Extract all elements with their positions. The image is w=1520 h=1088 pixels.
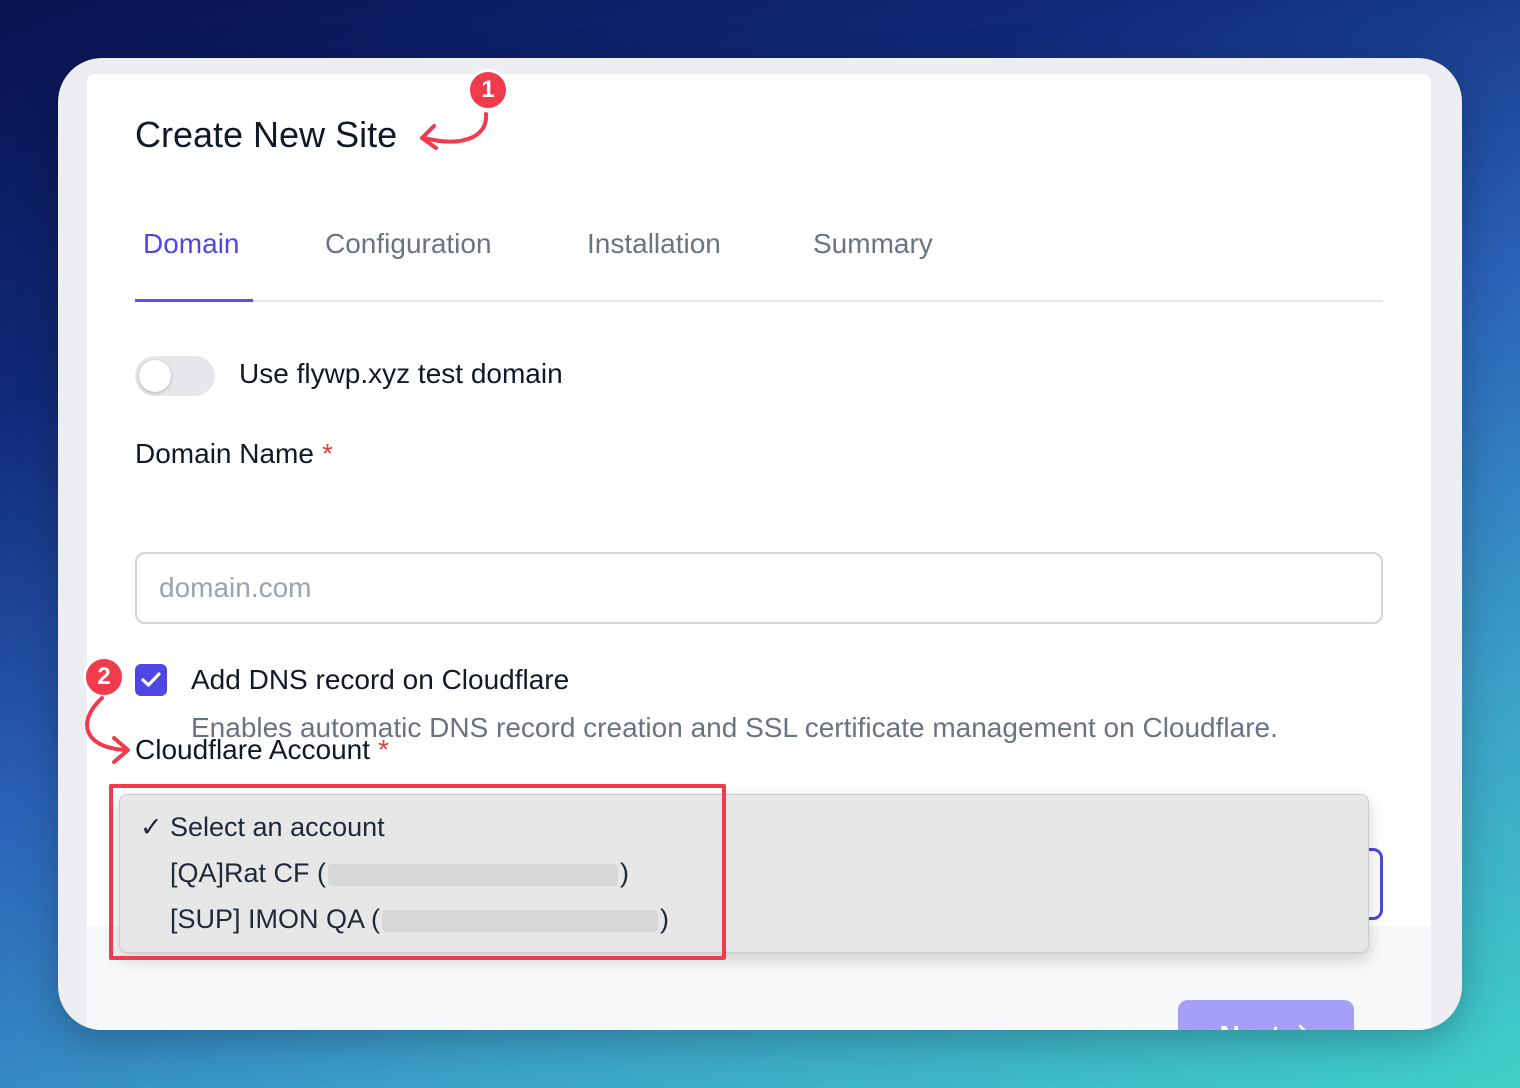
page-title: Create New Site xyxy=(135,114,398,155)
dns-record-checkbox[interactable] xyxy=(135,664,167,696)
option-label: Select an account xyxy=(170,812,385,842)
option-label: [SUP] IMON QA () xyxy=(170,904,669,935)
option-label-prefix: [SUP] IMON QA ( xyxy=(170,904,381,934)
step-1-badge: 1 xyxy=(467,69,509,111)
cloudflare-account-label-text: Cloudflare Account xyxy=(135,734,371,765)
option-label-suffix: ) xyxy=(620,858,630,888)
option-label: [QA]Rat CF () xyxy=(170,858,629,889)
toggle-knob xyxy=(139,360,171,392)
selected-check-icon: ✓ xyxy=(140,812,163,842)
option-label-prefix: [QA]Rat CF ( xyxy=(170,858,327,888)
tab-summary[interactable]: Summary xyxy=(805,224,941,302)
tab-installation[interactable]: Installation xyxy=(579,224,729,302)
dns-record-checkbox-label: Add DNS record on Cloudflare xyxy=(191,664,570,695)
cloudflare-account-dropdown: ✓ Select an account [QA]Rat CF () [SUP] … xyxy=(119,794,1369,953)
tab-domain[interactable]: Domain xyxy=(135,224,253,302)
redacted-email xyxy=(328,863,619,886)
option-label-suffix: ) xyxy=(660,904,670,934)
next-button-label: Next xyxy=(1220,1020,1281,1030)
required-asterisk: * xyxy=(378,734,389,765)
step-2-badge: 2 xyxy=(83,656,125,698)
step-2-arrow-icon xyxy=(85,696,130,764)
step-tabs: Domain Configuration Installation Summar… xyxy=(135,224,1383,302)
checkmark-icon xyxy=(141,672,161,687)
test-domain-toggle[interactable] xyxy=(135,356,215,396)
next-button[interactable]: Next xyxy=(1178,1000,1354,1030)
domain-name-label: Domain Name * xyxy=(135,438,333,470)
domain-name-input[interactable] xyxy=(135,552,1383,624)
dropdown-option-sup-imon-qa[interactable]: [SUP] IMON QA () xyxy=(120,904,1368,948)
dropdown-option-qa-rat-cf[interactable]: [QA]Rat CF () xyxy=(120,858,1368,902)
cloudflare-account-label: Cloudflare Account * xyxy=(135,734,389,766)
redacted-email xyxy=(382,909,659,932)
test-domain-toggle-label: Use flywp.xyz test domain xyxy=(239,358,563,389)
chevron-right-icon xyxy=(1299,1024,1307,1030)
required-asterisk: * xyxy=(321,438,333,469)
step-1-arrow-icon xyxy=(420,112,489,150)
tab-configuration[interactable]: Configuration xyxy=(317,224,500,302)
domain-name-label-text: Domain Name xyxy=(135,438,314,469)
dropdown-option-select-account[interactable]: ✓ Select an account xyxy=(120,812,1368,856)
